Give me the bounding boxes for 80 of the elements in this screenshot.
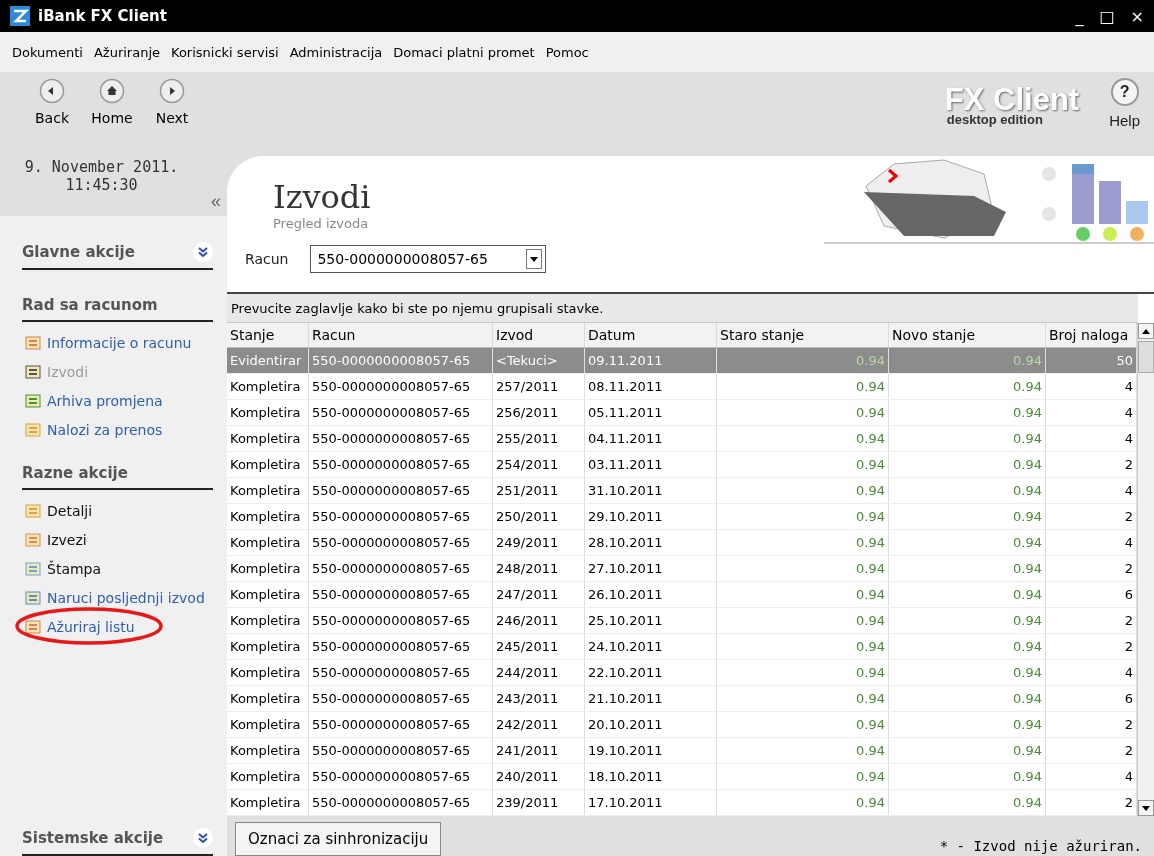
down-arrow-icon — [1142, 805, 1150, 811]
table-row[interactable]: Kompletira 550-0000000008057-65 244/2011 22.10.2011 0.94 0.94 4 — [227, 660, 1137, 686]
date-text: 9. November 2011. — [24, 158, 179, 176]
home-button[interactable]: Home — [86, 78, 138, 126]
table-row[interactable]: Kompletira 550-0000000008057-65 242/2011 20.10.2011 0.94 0.94 2 — [227, 712, 1137, 738]
menu-item[interactable]: Domaci platni promet — [393, 44, 535, 60]
sidebar-item[interactable]: Ažuriraj listu — [18, 612, 213, 641]
window-control[interactable]: × — [1130, 6, 1144, 26]
account-label: Racun — [245, 251, 289, 267]
next-button[interactable]: Next — [146, 78, 198, 126]
table-row[interactable]: Kompletira 550-0000000008057-65 247/2011 26.10.2011 0.94 0.94 6 — [227, 582, 1137, 608]
column-header[interactable]: Izvod — [493, 323, 585, 347]
column-header[interactable]: Stanje — [227, 323, 309, 347]
back-button[interactable]: Back — [26, 78, 78, 126]
sidebar-item[interactable]: Štampa — [18, 554, 213, 583]
expand-button[interactable] — [193, 242, 213, 262]
column-header[interactable]: Novo stanje — [889, 323, 1046, 347]
table-row[interactable]: Kompletira 550-0000000008057-65 248/2011 27.10.2011 0.94 0.94 2 — [227, 556, 1137, 582]
table-row[interactable]: Kompletira 550-0000000008057-65 256/2011 05.11.2011 0.94 0.94 4 — [227, 400, 1137, 426]
scrollbar[interactable] — [1137, 323, 1154, 816]
menu-item[interactable]: Korisnicki servisi — [171, 44, 279, 60]
window-control[interactable]: _ — [1075, 6, 1084, 26]
section-title: Glavne akcije — [22, 243, 135, 261]
document-icon — [24, 501, 44, 520]
footnote-text: * - Izvod nije ažuriran. — [939, 838, 1142, 854]
column-header[interactable]: Staro stanje — [717, 323, 889, 347]
table-row[interactable]: Kompletira 550-0000000008057-65 251/2011 31.10.2011 0.94 0.94 4 — [227, 478, 1137, 504]
menu-item[interactable]: Pomoc — [545, 44, 589, 60]
table-row[interactable]: Kompletira 550-0000000008057-65 245/2011 24.10.2011 0.94 0.94 2 — [227, 634, 1137, 660]
home-icon — [99, 78, 125, 104]
table-row[interactable]: Kompletira 550-0000000008057-65 257/2011 08.11.2011 0.94 0.94 4 — [227, 374, 1137, 400]
table-row[interactable]: Kompletira 550-0000000008057-65 243/2011 21.10.2011 0.94 0.94 6 — [227, 686, 1137, 712]
time-text: 11:45:30 — [65, 176, 138, 194]
section-title: Razne akcije — [22, 464, 128, 482]
table-row[interactable]: Kompletira 550-0000000008057-65 249/2011 28.10.2011 0.94 0.94 4 — [227, 530, 1137, 556]
double-chevron-icon — [197, 832, 209, 844]
document-icon — [24, 530, 44, 549]
sidebar-item[interactable]: Naruci posljednji izvod — [18, 583, 213, 612]
window-control[interactable]: □ — [1099, 6, 1115, 26]
section-title: Sistemske akcije — [22, 829, 164, 847]
sidebar-item[interactable]: Izvezi — [18, 525, 213, 554]
table-row[interactable]: Kompletira 550-0000000008057-65 250/2011 29.10.2011 0.94 0.94 2 — [227, 504, 1137, 530]
document-icon — [24, 559, 44, 578]
document-icon — [24, 588, 44, 607]
document-icon — [24, 617, 44, 636]
double-chevron-icon — [197, 246, 209, 258]
caret-icon — [530, 256, 539, 262]
sidebar-item[interactable]: Detalji — [18, 496, 213, 525]
sync-button[interactable]: Oznaci za sinhronizaciju — [235, 822, 442, 856]
next-icon — [159, 78, 185, 104]
document-icon — [24, 420, 44, 439]
menu-item[interactable]: Ažuriranje — [93, 44, 161, 60]
account-dropdown[interactable]: 550-0000000008057-65 — [310, 245, 547, 273]
sidebar-item[interactable]: Informacije o racunu — [18, 328, 213, 357]
document-icon — [24, 362, 44, 381]
page-subtitle: Pregled izvoda — [273, 216, 370, 231]
group-hint: Prevucite zaglavlje kako bi ste po njemu grupisali stavke. — [227, 294, 1138, 323]
table-row[interactable]: Kompletira 550-0000000008057-65 240/2011 18.10.2011 0.94 0.94 4 — [227, 764, 1137, 790]
collapse-button[interactable]: « — [211, 191, 221, 212]
column-header[interactable]: Racun — [309, 323, 493, 347]
brand-logo: FX Client — [944, 86, 1080, 114]
section-title: Rad sa racunom — [22, 296, 158, 314]
column-header[interactable]: Datum — [585, 323, 717, 347]
brand-tagline: desktop edition — [946, 114, 1043, 126]
window-title: iBank FX Client — [38, 7, 168, 25]
table-row[interactable]: Kompletira 550-0000000008057-65 241/2011 19.10.2011 0.94 0.94 2 — [227, 738, 1137, 764]
table-row[interactable]: Kompletira 550-0000000008057-65 246/2011 25.10.2011 0.94 0.94 2 — [227, 608, 1137, 634]
scroll-thumb[interactable] — [1138, 341, 1154, 373]
page-title: Izvodi — [273, 178, 372, 216]
up-arrow-icon — [1142, 328, 1150, 334]
back-icon — [39, 78, 65, 104]
table-row[interactable]: Kompletira 550-0000000008057-65 254/2011 03.11.2011 0.94 0.94 2 — [227, 452, 1137, 478]
table-row[interactable]: Kompletira 550-0000000008057-65 255/2011 04.11.2011 0.94 0.94 4 — [227, 426, 1137, 452]
expand-button[interactable] — [193, 828, 213, 848]
sidebar-item[interactable]: Arhiva promjena — [18, 386, 213, 415]
menu-item[interactable]: Dokumenti — [12, 44, 83, 60]
sidebar-item[interactable]: Nalozi za prenos — [18, 415, 213, 444]
document-icon — [24, 391, 44, 410]
menu-item[interactable]: Administracija — [289, 44, 383, 60]
document-icon — [24, 333, 44, 352]
